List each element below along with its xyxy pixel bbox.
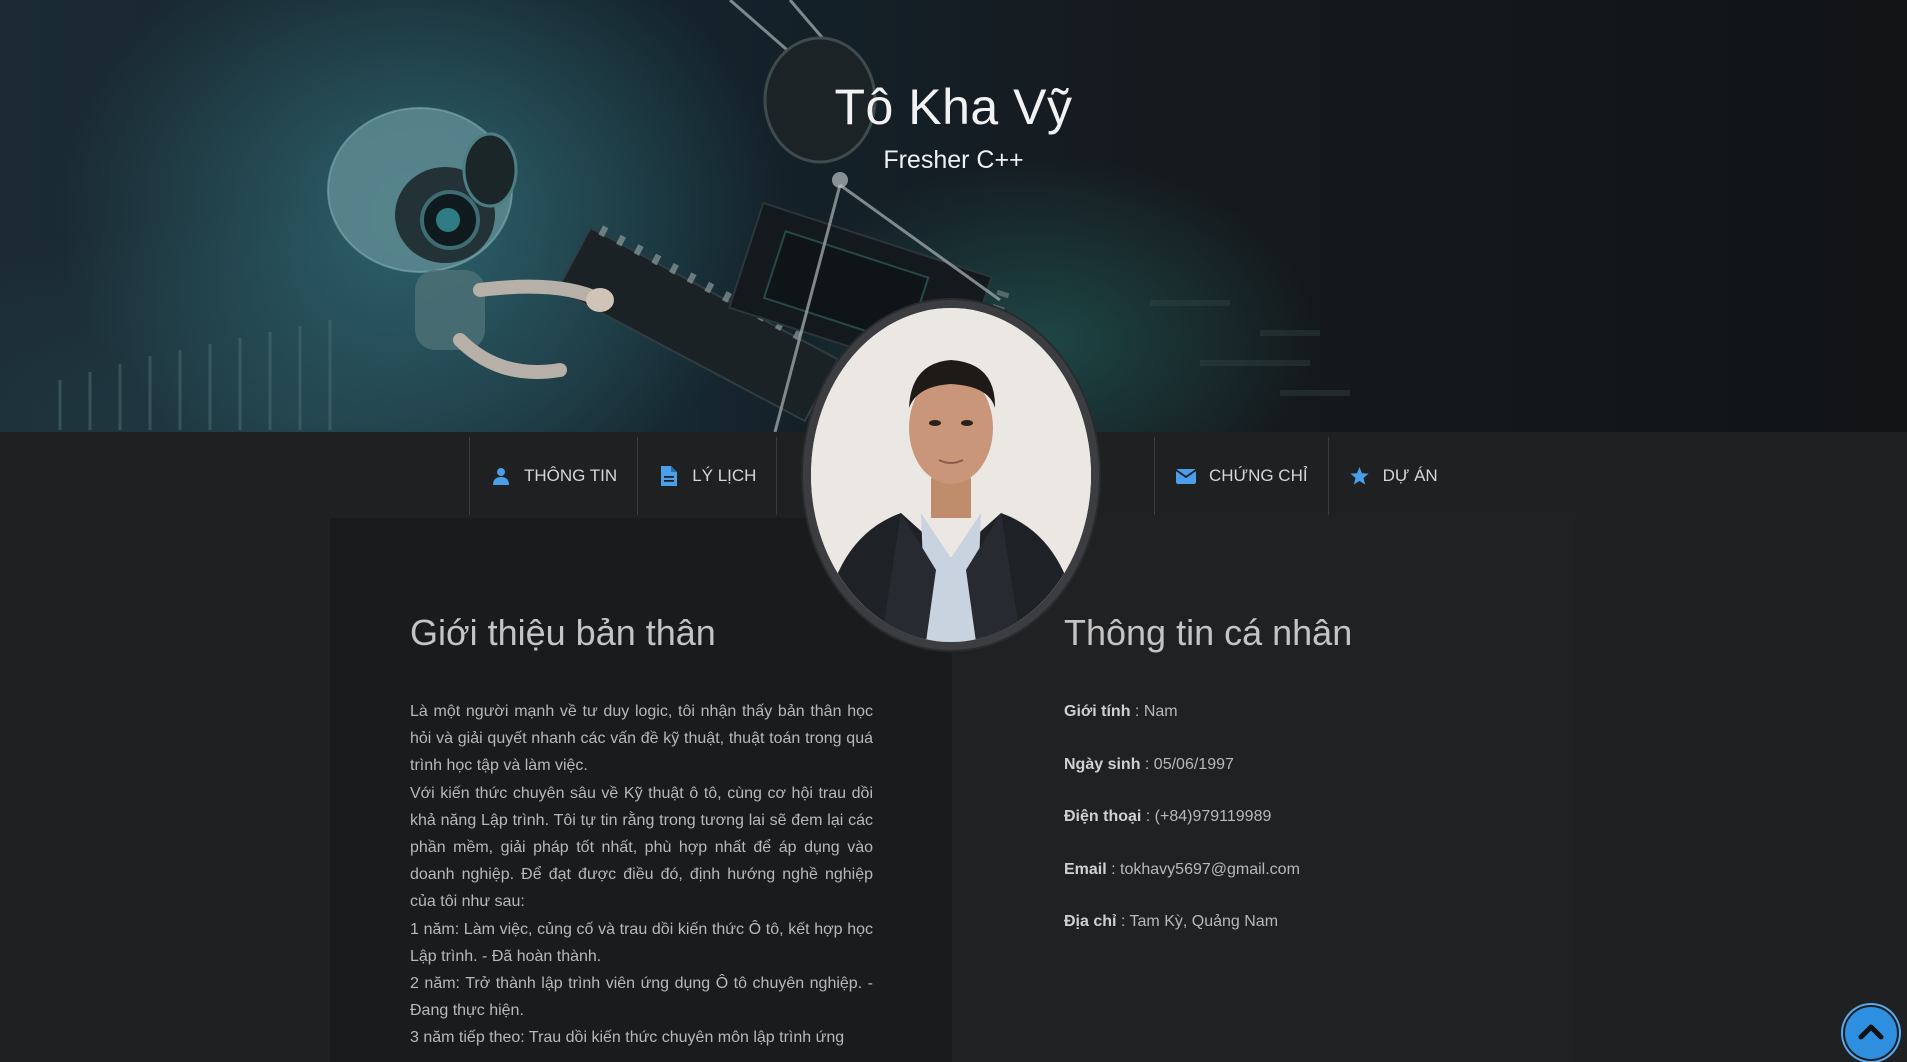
about-paragraph: 3 năm tiếp theo: Trau dồi kiến thức chuy… (410, 1029, 845, 1047)
personal-info-title: Thông tin cá nhân (1064, 612, 1353, 653)
nav-item-label: DỰ ÁN (1382, 466, 1438, 485)
about-text: Là một người mạnh về tư duy logic, tôi n… (410, 698, 873, 1052)
nav-right: CHỨNG CHỈ DỰ ÁN (1154, 437, 1458, 515)
info-row-email: Email : tokhavy5697@gmail.com (1064, 856, 1524, 909)
portfolio-page: Tô Kha Vỹ Fresher C++ THÔNG TIN LÝ LỊCH … (0, 0, 1907, 1062)
star-icon (1349, 465, 1371, 487)
about-title: Giới thiệu bản thân (410, 612, 716, 653)
info-value: : (+84)979119989 (1141, 808, 1272, 825)
info-label: Email (1064, 860, 1107, 878)
avatar-photo (811, 308, 1091, 642)
personal-info-list: Giới tính : Nam Ngày sinh : 05/06/1997 Đ… (1064, 698, 1524, 961)
chevron-up-icon (1858, 1022, 1884, 1045)
about-paragraph: 1 năm: Làm việc, củng cố và trau dồi kiế… (410, 920, 873, 965)
about-paragraph: Với kiến thức chuyên sâu về Kỹ thuật ô t… (410, 784, 873, 911)
info-value: : tokhavy5697@gmail.com (1106, 860, 1300, 878)
nav-item-du-an[interactable]: DỰ ÁN (1327, 437, 1458, 515)
document-icon (658, 465, 680, 487)
nav-item-ly-lich[interactable]: LÝ LỊCH (637, 437, 778, 515)
info-label: Địa chỉ (1064, 913, 1117, 930)
nav-item-label: LÝ LỊCH (692, 466, 757, 485)
profile-name: Tô Kha Vỹ (834, 79, 1073, 135)
info-value: : Nam (1130, 703, 1178, 720)
info-label: Ngày sinh (1064, 755, 1141, 773)
info-value: : Tam Kỳ, Quảng Nam (1116, 913, 1279, 930)
info-row-address: Địa chỉ : Tam Kỳ, Quảng Nam (1064, 908, 1524, 961)
info-label: Giới tính (1064, 703, 1131, 720)
info-row-phone: Điện thoại : (+84)979119989 (1064, 803, 1524, 856)
nav-item-thong-tin[interactable]: THÔNG TIN (469, 437, 637, 515)
about-paragraph: Là một người mạnh về tư duy logic, tôi n… (410, 703, 873, 775)
user-icon (490, 465, 512, 487)
info-row-birthday: Ngày sinh : 05/06/1997 (1064, 751, 1524, 804)
profile-role: Fresher C++ (883, 146, 1024, 174)
nav-item-chung-chi[interactable]: CHỨNG CHỈ (1154, 437, 1328, 515)
info-row-gender: Giới tính : Nam (1064, 698, 1524, 751)
nav-item-label: CHỨNG CHỈ (1209, 466, 1308, 485)
info-value: : 05/06/1997 (1140, 755, 1234, 773)
nav-left: THÔNG TIN LÝ LỊCH (469, 437, 778, 515)
nav-item-label: THÔNG TIN (524, 466, 618, 485)
envelope-icon (1175, 465, 1197, 487)
avatar (803, 300, 1099, 650)
about-paragraph: 2 năm: Trở thành lập trình viên ứng dụng… (410, 975, 873, 1020)
info-label: Điện thoại (1064, 808, 1142, 825)
scroll-to-top-button[interactable] (1843, 1005, 1899, 1061)
